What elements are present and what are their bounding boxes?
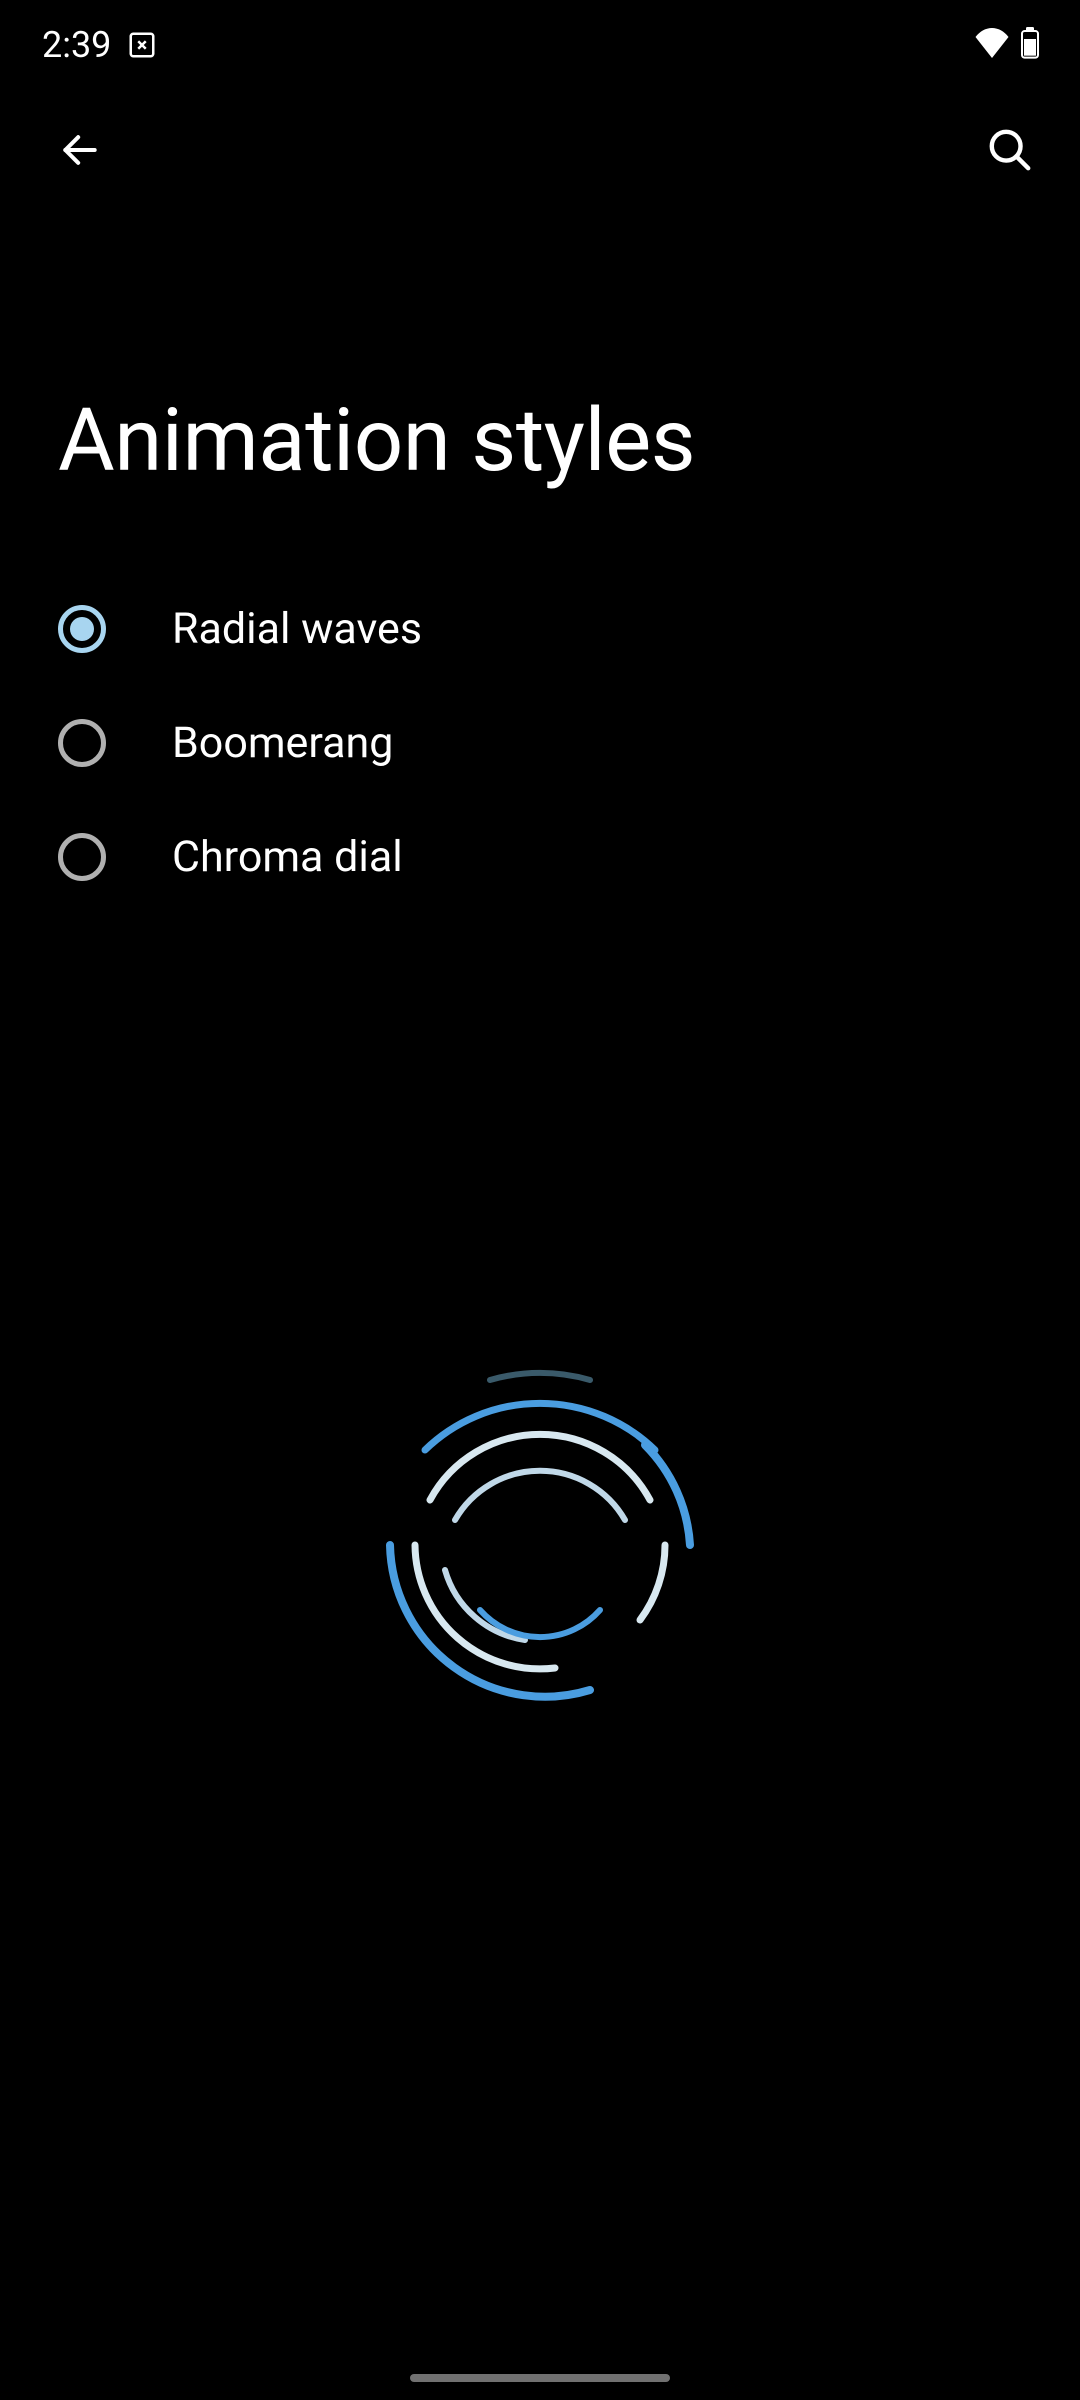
radio-button <box>58 605 106 653</box>
animation-style-list: Radial waves Boomerang Chroma dial <box>0 552 1080 934</box>
page-title: Animation styles <box>0 210 1080 552</box>
radio-label: Boomerang <box>172 718 393 768</box>
close-box-icon <box>127 30 157 60</box>
radio-item-boomerang[interactable]: Boomerang <box>0 686 1080 800</box>
radio-label: Radial waves <box>172 604 422 654</box>
animation-preview <box>330 1330 750 1750</box>
search-icon <box>987 127 1033 173</box>
search-button[interactable] <box>980 120 1040 180</box>
status-right <box>974 27 1040 63</box>
radio-item-chroma-dial[interactable]: Chroma dial <box>0 800 1080 914</box>
back-button[interactable] <box>50 120 110 180</box>
radio-label: Chroma dial <box>172 832 403 882</box>
radial-waves-icon <box>330 1330 750 1750</box>
status-left: 2:39 <box>42 24 157 66</box>
wifi-icon <box>974 28 1010 62</box>
battery-icon <box>1020 27 1040 63</box>
radio-button <box>58 719 106 767</box>
radio-item-radial-waves[interactable]: Radial waves <box>0 572 1080 686</box>
app-bar <box>0 90 1080 210</box>
status-bar: 2:39 <box>0 0 1080 90</box>
status-time: 2:39 <box>42 24 111 66</box>
navigation-handle[interactable] <box>410 2374 670 2382</box>
radio-button <box>58 833 106 881</box>
arrow-left-icon <box>58 128 102 172</box>
